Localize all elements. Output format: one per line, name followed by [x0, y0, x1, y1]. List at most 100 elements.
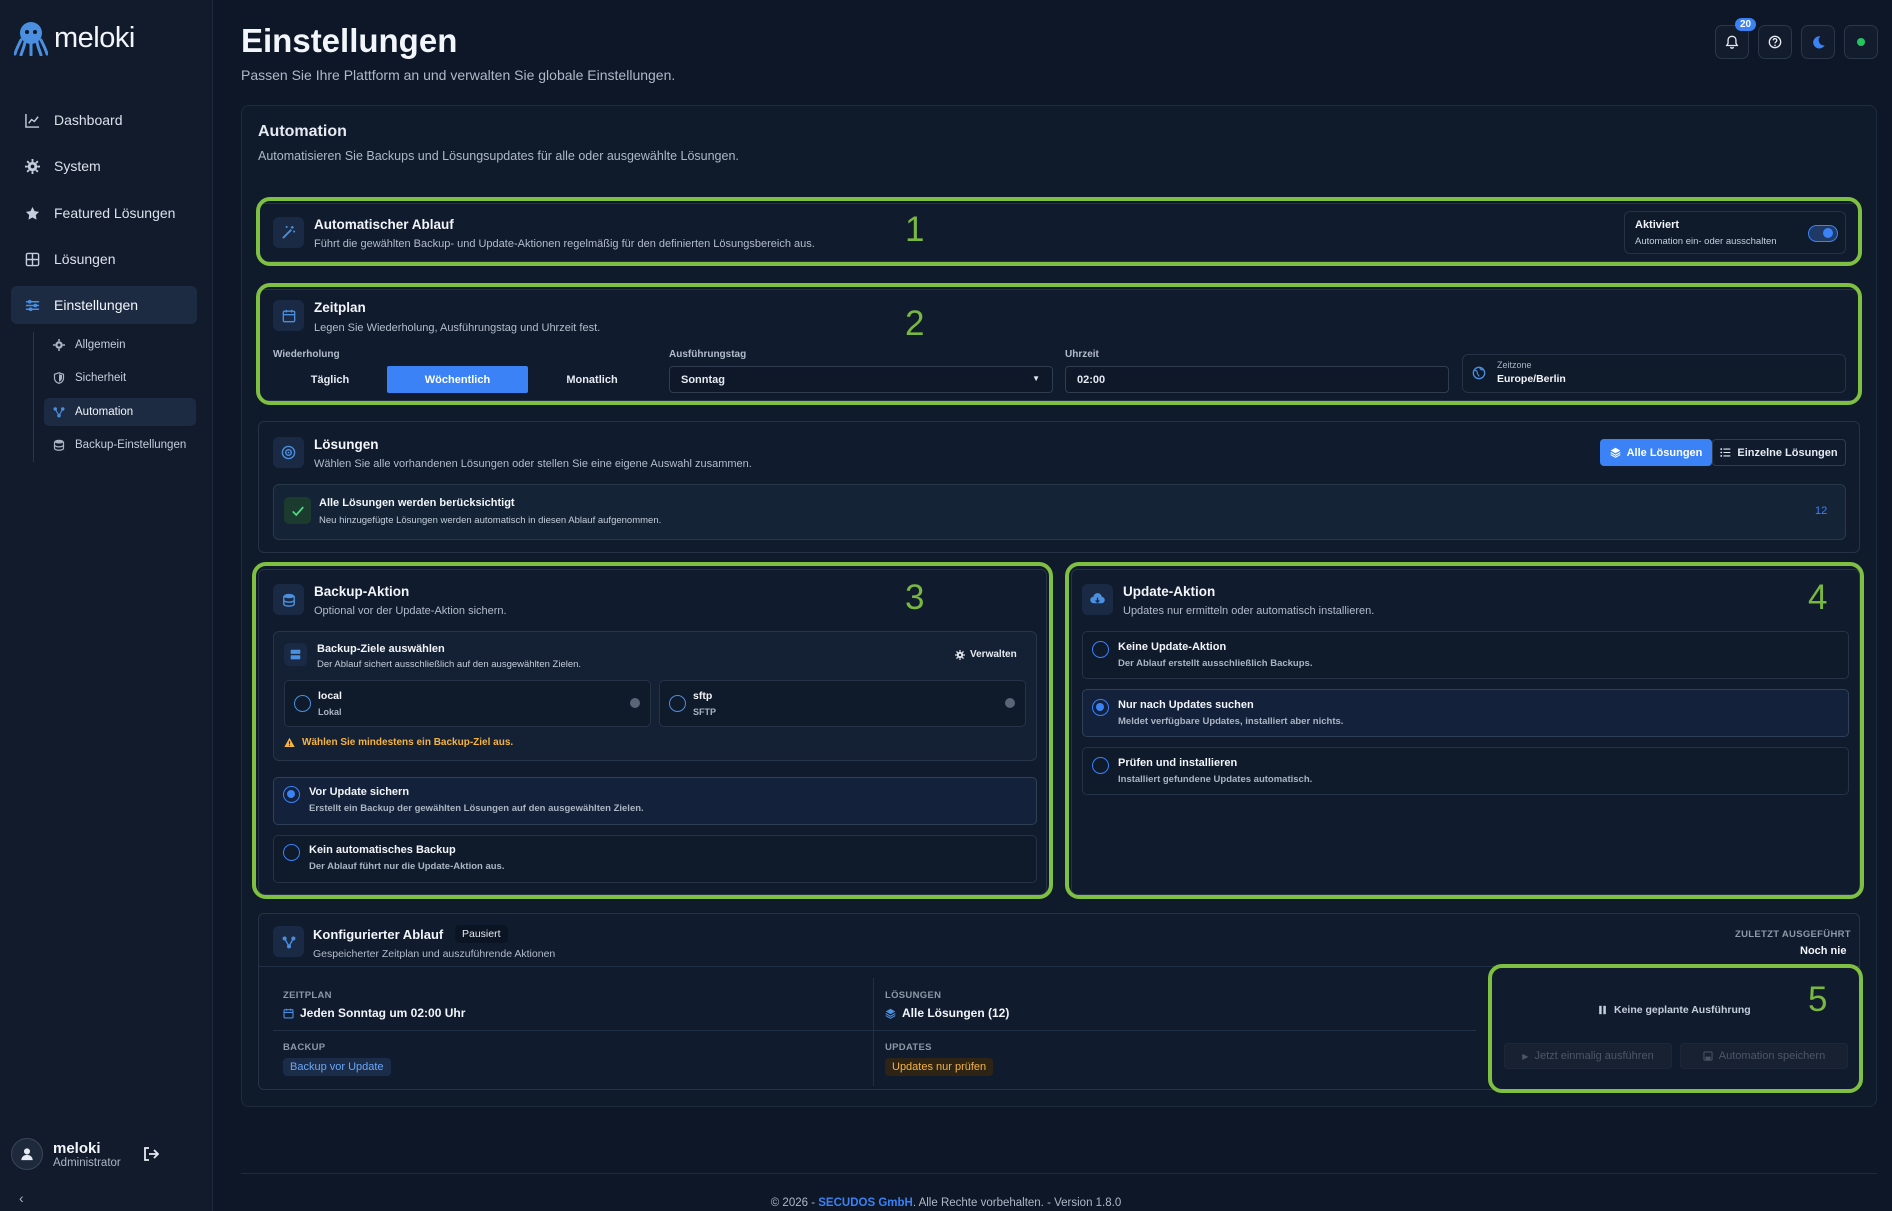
- sidebar-item-label: Dashboard: [54, 112, 123, 128]
- logout-icon: [144, 1147, 160, 1161]
- theme-toggle-button[interactable]: [1801, 25, 1835, 59]
- sidebar-item-featured[interactable]: Featured Lösungen: [11, 194, 197, 232]
- highlight-box-5: [1488, 964, 1863, 1093]
- grid-icon: [25, 252, 40, 266]
- highlight-box-3: [252, 562, 1053, 899]
- last-run-value: Noch nie: [1800, 945, 1847, 957]
- sidebar-item-system[interactable]: System: [11, 147, 197, 185]
- help-button[interactable]: [1758, 25, 1792, 59]
- sidebar-item-label: Einstellungen: [54, 297, 139, 313]
- footer-company-link[interactable]: SECUDOS GmbH: [818, 1197, 913, 1209]
- page-title: Einstellungen: [241, 22, 458, 59]
- calendar-icon: [283, 1008, 294, 1019]
- notifications-button[interactable]: 20: [1715, 18, 1757, 59]
- user-profile[interactable]: meloki Administrator: [11, 1138, 121, 1170]
- chart-line-icon: [25, 113, 40, 128]
- last-run-label: ZULETZT AUSGEFÜHRT: [1735, 929, 1851, 940]
- sidebar-subitem-automation[interactable]: Automation: [44, 398, 196, 426]
- loesungen-info-title: Alle Lösungen werden berücksichtigt: [319, 497, 515, 509]
- highlight-box-1: [256, 197, 1862, 266]
- footer-suffix: . Alle Rechte vorbehalten. - Version 1.8…: [912, 1197, 1122, 1209]
- target-icon: [281, 445, 296, 460]
- bell-icon: [1725, 35, 1739, 49]
- status-indicator[interactable]: [1844, 25, 1878, 59]
- sidebar-subitem-label: Sicherheit: [75, 372, 127, 384]
- updates-summary-pill: Updates nur prüfen: [885, 1058, 994, 1076]
- status-badge: Pausiert: [455, 925, 508, 943]
- user-icon: [21, 1148, 33, 1161]
- loesungen-summary-label: LÖSUNGEN: [885, 990, 942, 1001]
- loesungen-icon-box: [273, 437, 304, 468]
- sidebar-item-loesungen[interactable]: Lösungen: [11, 240, 197, 278]
- layers-icon: [1610, 447, 1621, 458]
- moon-icon: [1812, 35, 1825, 48]
- footer-divider: [241, 1173, 1877, 1174]
- konfig-description: Gespeicherter Zeitplan und auszuführende…: [313, 948, 556, 960]
- app-name: meloki: [54, 21, 135, 54]
- help-icon: [1768, 35, 1782, 49]
- loesungen-count: 12: [1815, 505, 1828, 517]
- highlight-box-2: [256, 283, 1862, 405]
- sidebar-subitem-label: Allgemein: [75, 339, 126, 351]
- footer: © 2026 - SECUDOS GmbH. Alle Rechte vorbe…: [0, 1197, 1892, 1209]
- annotation-number-5: 5: [1808, 980, 1828, 1019]
- gear-icon: [53, 339, 65, 351]
- sidebar-item-dashboard[interactable]: Dashboard: [11, 101, 197, 139]
- loesungen-info-box: [273, 484, 1846, 540]
- avatar: [11, 1138, 43, 1170]
- logout-button[interactable]: [143, 1146, 160, 1165]
- single-loesungen-label: Einzelne Lösungen: [1737, 446, 1838, 459]
- sidebar-subitem-sicherheit[interactable]: Sicherheit: [44, 364, 196, 392]
- shield-icon: [53, 372, 65, 384]
- check-icon: [291, 505, 304, 516]
- annotation-number-3: 3: [905, 578, 925, 617]
- zeitplan-summary: Jeden Sonntag um 02:00 Uhr: [283, 1006, 465, 1020]
- workflow-icon: [53, 407, 65, 418]
- updates-summary-label: UPDATES: [885, 1042, 932, 1053]
- sidebar: meloki Dashboard System Featured Lösunge…: [0, 0, 213, 1211]
- annotation-number-2: 2: [905, 304, 925, 343]
- single-loesungen-button[interactable]: Einzelne Lösungen: [1712, 439, 1846, 466]
- sidebar-subitem-label: Automation: [75, 406, 134, 418]
- gear-icon: [25, 158, 40, 174]
- status-dot: [1857, 38, 1865, 46]
- check-icon-box: [284, 497, 311, 524]
- sidebar-subitem-label: Backup-Einstellungen: [75, 439, 187, 451]
- konfig-title: Konfigurierter Ablauf: [313, 927, 444, 942]
- octopus-logo-icon: [14, 22, 48, 56]
- zeitplan-summary-label: ZEITPLAN: [283, 990, 332, 1001]
- loesungen-title: Lösungen: [314, 437, 379, 452]
- database-icon: [53, 439, 65, 451]
- backup-summary-pill: Backup vor Update: [283, 1058, 391, 1076]
- list-icon: [1720, 448, 1731, 457]
- sidebar-item-label: Featured Lösungen: [54, 205, 176, 221]
- section-title: Automation: [258, 123, 347, 140]
- all-loesungen-label: Alle Lösungen: [1626, 446, 1703, 459]
- sidebar-subitem-allgemein[interactable]: Allgemein: [44, 331, 196, 359]
- zeitplan-summary-value: Jeden Sonntag um 02:00 Uhr: [300, 1006, 466, 1020]
- konfig-icon-box: [273, 926, 304, 957]
- loesungen-summary-value: Alle Lösungen (12): [902, 1006, 1010, 1020]
- sidebar-item-label: Lösungen: [54, 251, 116, 267]
- sidebar-subitem-backup[interactable]: Backup-Einstellungen: [44, 431, 196, 459]
- summary-vdivider: [873, 978, 874, 1086]
- workflow-icon: [282, 935, 295, 948]
- highlight-box-4: [1065, 562, 1864, 899]
- user-role: Administrator: [53, 1156, 121, 1169]
- footer-prefix: © 2026 -: [770, 1197, 819, 1209]
- layers-icon: [885, 1008, 896, 1019]
- sidebar-item-einstellungen[interactable]: Einstellungen: [11, 286, 197, 324]
- star-icon: [25, 206, 40, 220]
- all-loesungen-button[interactable]: Alle Lösungen: [1600, 439, 1712, 466]
- loesungen-description: Wählen Sie alle vorhandenen Lösungen ode…: [314, 458, 752, 470]
- notification-badge: 20: [1735, 18, 1757, 31]
- app-logo[interactable]: meloki: [14, 20, 135, 56]
- loesungen-summary: Alle Lösungen (12): [885, 1006, 1009, 1020]
- sliders-icon: [25, 299, 40, 311]
- annotation-number-1: 1: [905, 210, 925, 249]
- section-description: Automatisieren Sie Backups und Lösungsup…: [258, 149, 739, 163]
- page-subtitle: Passen Sie Ihre Plattform an und verwalt…: [241, 67, 676, 83]
- submenu-line: [33, 332, 34, 462]
- summary-hdivider: [273, 1030, 1476, 1031]
- backup-summary-label: BACKUP: [283, 1042, 326, 1053]
